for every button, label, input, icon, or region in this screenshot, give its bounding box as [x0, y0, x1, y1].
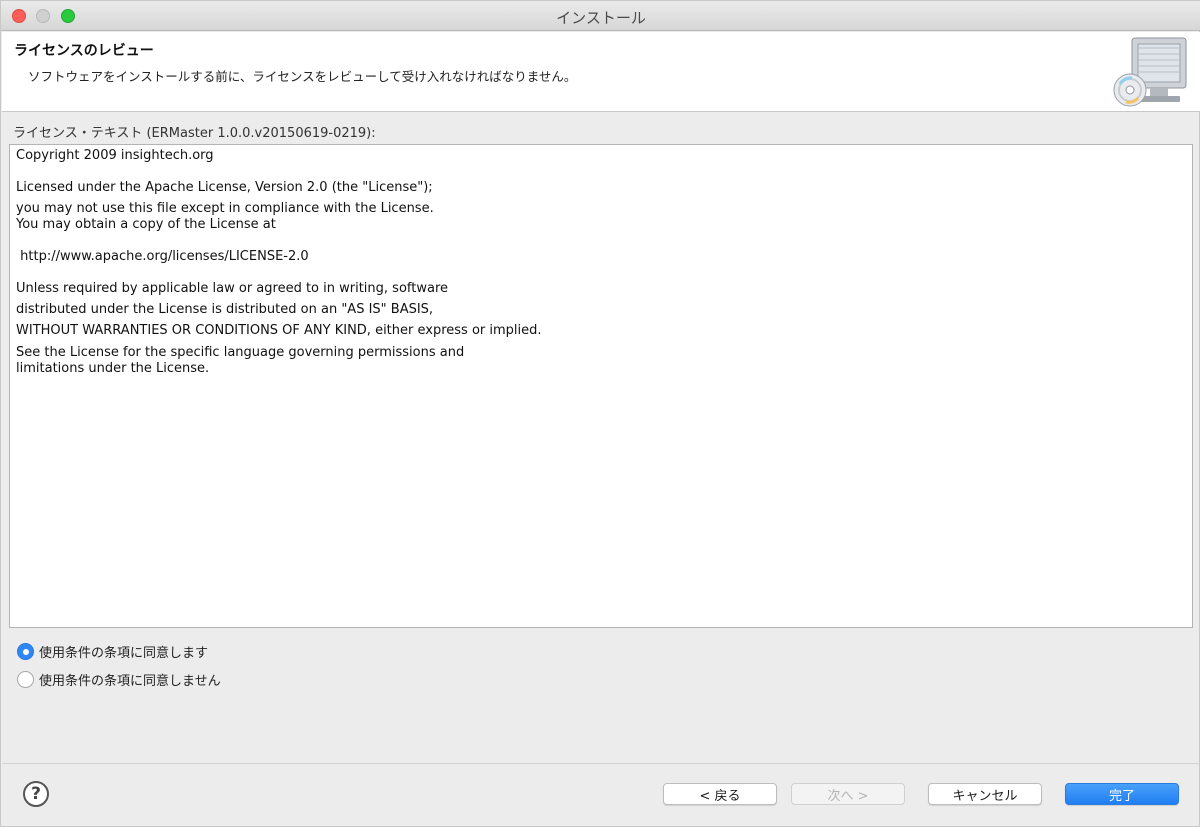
cancel-button[interactable]: キャンセル — [928, 783, 1042, 805]
license-line: you may not use this file except in comp… — [16, 201, 434, 216]
decline-radio-label[interactable]: 使用条件の条項に同意しません — [39, 670, 221, 689]
next-button[interactable]: 次へ > — [791, 783, 905, 805]
license-text-area[interactable]: Copyright 2009 insightech.org Licensed u… — [9, 144, 1193, 628]
install-cd-computer-icon — [1113, 37, 1187, 107]
decline-option[interactable]: 使用条件の条項に同意しません — [17, 669, 221, 689]
license-line: limitations under the License. — [16, 361, 210, 376]
page-description: ソフトウェアをインストールする前に、ライセンスをレビューして受け入れなければなり… — [28, 69, 577, 84]
accept-option[interactable]: 使用条件の条項に同意します — [17, 641, 208, 661]
accept-radio[interactable] — [17, 642, 34, 660]
install-dialog: インストール ライセンスのレビュー ソフトウェアをインストールする前に、ライセン… — [0, 0, 1200, 827]
license-line: Unless required by applicable law or agr… — [16, 281, 449, 296]
page-title: ライセンスのレビュー — [14, 43, 154, 59]
window-title: インストール — [556, 9, 646, 27]
help-question-icon[interactable]: ? — [23, 781, 49, 807]
decline-radio[interactable] — [17, 670, 34, 688]
license-line: WITHOUT WARRANTIES OR CONDITIONS OF ANY … — [16, 323, 542, 338]
accept-radio-label[interactable]: 使用条件の条項に同意します — [39, 642, 208, 661]
license-line: Copyright 2009 insightech.org — [16, 148, 214, 163]
wizard-header: ライセンスのレビュー ソフトウェアをインストールする前に、ライセンスをレビューし… — [2, 32, 1200, 112]
license-line: http://www.apache.org/licenses/LICENSE-2… — [16, 249, 309, 264]
license-line: Licensed under the Apache License, Versi… — [16, 180, 433, 195]
license-text-label: ライセンス・テキスト (ERMaster 1.0.0.v20150619-021… — [13, 126, 376, 141]
license-line: distributed under the License is distrib… — [16, 302, 434, 317]
back-button[interactable]: < 戻る — [663, 783, 777, 805]
title-bar[interactable]: インストール — [1, 1, 1200, 31]
license-line: You may obtain a copy of the License at — [16, 217, 276, 232]
finish-button[interactable]: 完了 — [1065, 783, 1179, 805]
footer-divider — [2, 763, 1200, 764]
license-line: See the License for the specific languag… — [16, 345, 465, 360]
